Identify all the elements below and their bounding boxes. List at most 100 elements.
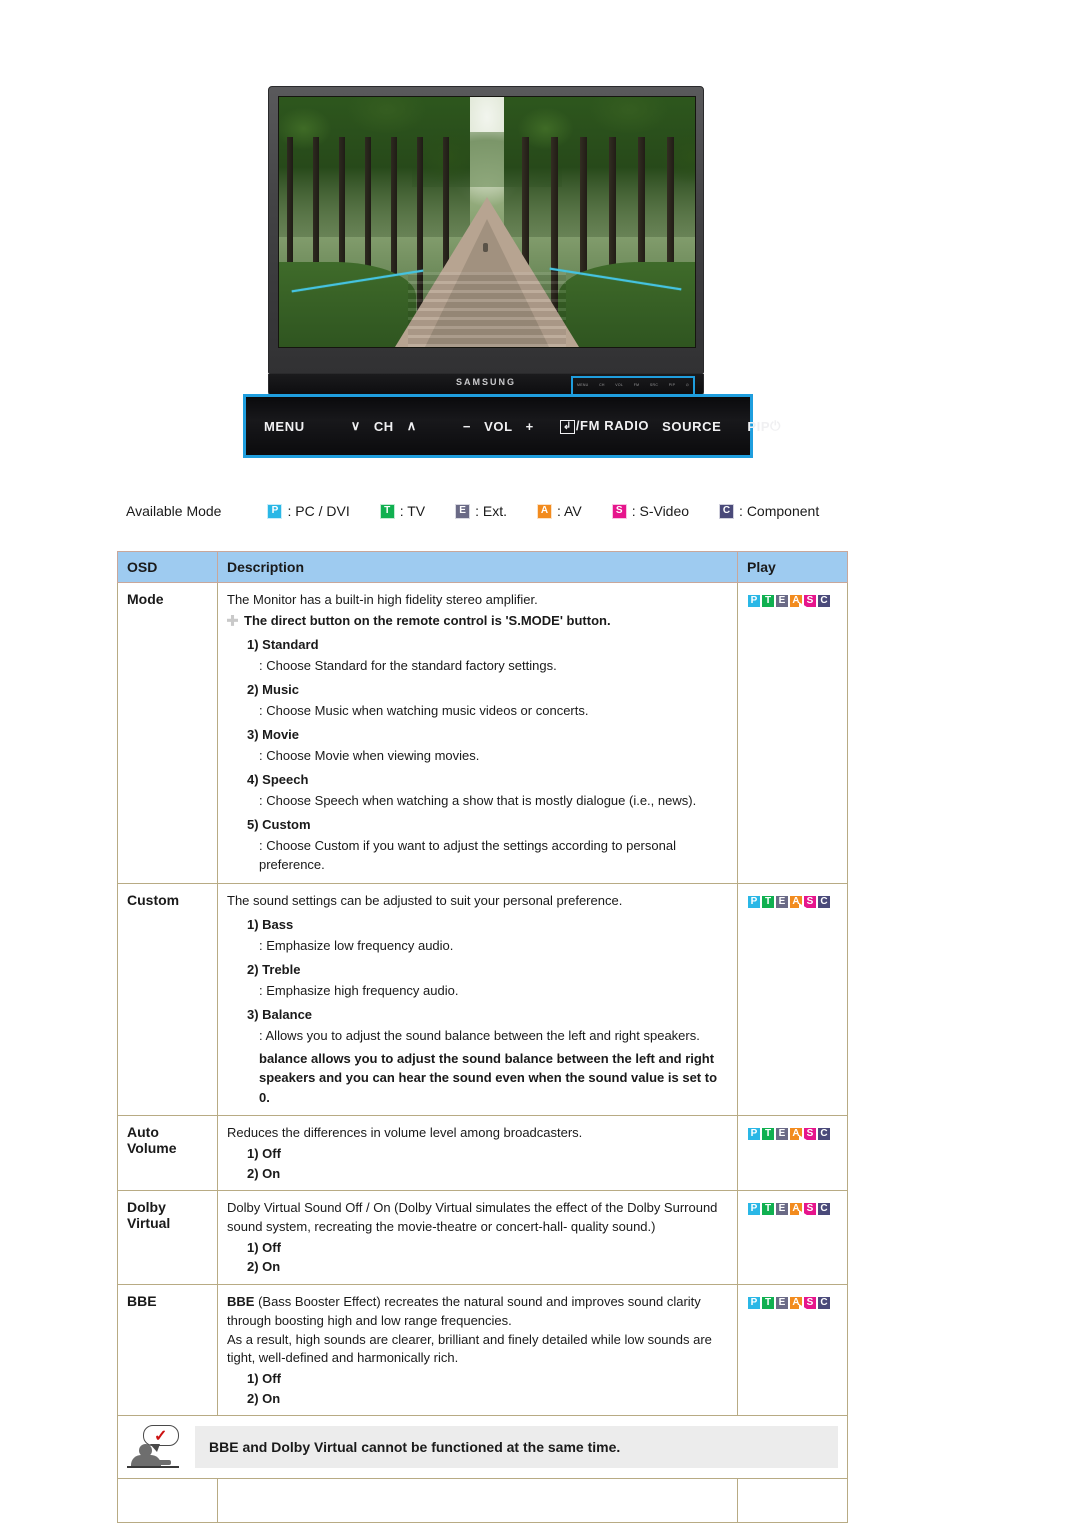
red-check-icon: ✓ — [154, 1428, 168, 1446]
volume-up-icon[interactable]: + — [526, 419, 534, 434]
legend-item-tv: T : TV — [379, 503, 425, 519]
mode-chip-s-icon: S — [611, 503, 627, 519]
legend-label-component: : Component — [739, 503, 820, 519]
control-panel-highlight-box: MENU CH VOL FM SRC PIP ⏻ — [571, 376, 695, 396]
source-button[interactable]: SOURCE — [662, 419, 721, 434]
mode-chip-a-icon: A — [537, 503, 553, 519]
auto-volume-lead-text: Reduces the differences in volume level … — [227, 1125, 583, 1141]
bezel-mini-pip: PIP — [668, 383, 676, 387]
custom-lead-text: The sound settings can be adjusted to su… — [227, 892, 623, 908]
dolby-virtual-lead-text: Dolby Virtual Sound Off / On (Dolby Virt… — [227, 1200, 718, 1234]
available-mode-legend: Available Mode P : PC / DVI T : TV E : E… — [126, 503, 819, 519]
mode-option-4-desc: : Choose Speech when watching a show tha… — [259, 792, 697, 808]
table-row-mode: Mode The Monitor has a built-in high fid… — [117, 582, 848, 884]
power-icon[interactable]: ⏻ — [770, 418, 781, 434]
table-row-dolby-virtual: Dolby Virtual Dolby Virtual Sound Off / … — [117, 1190, 848, 1285]
osd-name-auto-volume: Auto Volume — [117, 1115, 218, 1192]
legend-label-pc-dvi: : PC / DVI — [287, 503, 350, 519]
osd-name-auto-volume-line2: Volume — [127, 1140, 177, 1157]
volume-down-icon[interactable]: − — [463, 419, 471, 434]
channel-up-icon[interactable]: ∧ — [407, 418, 417, 434]
play-chip-p-icon: P — [747, 594, 761, 608]
bbe-option-2: 2) On — [247, 1390, 281, 1406]
dolby-virtual-option-1: 1) Off — [247, 1239, 281, 1255]
play-chip-p-icon: P — [747, 894, 761, 909]
speech-bubble-shape: ✓ — [143, 1425, 179, 1453]
mode-chip-row: P T E A S C — [747, 894, 831, 909]
description-dolby-virtual: Dolby Virtual Sound Off / On (Dolby Virt… — [217, 1190, 738, 1285]
volume-label: VOL — [484, 418, 513, 434]
osd-name-custom: Custom — [117, 882, 218, 1117]
mode-remote-note: The direct button on the remote control … — [227, 612, 728, 631]
legend-item-pc-dvi: P : PC / DVI — [267, 503, 350, 519]
mode-option-5-label: 5) Custom — [247, 816, 311, 832]
description-bbe: BBE (Bass Booster Effect) recreates the … — [217, 1283, 738, 1417]
empty-cell-osd — [117, 1478, 218, 1524]
table-row-footer-note: ✓ BBE and Dolby Virtual cannot be functi… — [117, 1415, 848, 1480]
monitor-bezel-bottom: SAMSUNG MENU CH VOL FM SRC PIP ⏻ — [268, 374, 704, 396]
bezel-mini-vol: VOL — [615, 383, 624, 387]
play-chip-e-icon: E — [775, 594, 789, 608]
mode-chip-row: P T E A S C — [747, 1202, 831, 1217]
bezel-mini-menu: MENU — [577, 383, 589, 387]
empty-cell-description — [217, 1478, 738, 1524]
mode-option-2-desc: : Choose Music when watching music video… — [259, 702, 589, 718]
description-auto-volume: Reduces the differences in volume level … — [217, 1115, 738, 1192]
legend-item-s-video: S : S-Video — [611, 503, 689, 519]
play-icon-group-bbe: P T E A S C — [747, 1295, 831, 1310]
table-row-custom: Custom The sound settings can be adjuste… — [117, 882, 848, 1117]
legend-item-ext: E : Ext. — [455, 503, 507, 519]
mode-chip-row: P T E A S C — [747, 1127, 831, 1142]
table-row-empty-partial — [117, 1478, 848, 1524]
fm-radio-button[interactable]: ↲/FM RADIO — [559, 418, 650, 434]
mode-chip-row: P T E A S C — [747, 594, 831, 608]
bbe-lead-text-2: As a result, high sounds are clearer, br… — [227, 1331, 712, 1366]
description-custom: The sound settings can be adjusted to su… — [217, 882, 738, 1117]
custom-option-2-desc: : Emphasize high frequency audio. — [259, 982, 459, 998]
play-chip-e-icon: E — [775, 1127, 789, 1142]
legend-label-ext: : Ext. — [475, 503, 508, 519]
play-chip-t-icon: T — [761, 594, 775, 608]
mode-lead-text: The Monitor has a built-in high fidelity… — [227, 592, 538, 607]
mode-chip-c-icon: C — [719, 503, 735, 519]
play-chip-c-icon: C — [817, 894, 831, 909]
play-chip-p-icon: P — [747, 1127, 761, 1142]
play-cell-custom: P T E A S C — [737, 882, 848, 1117]
table-row-auto-volume: Auto Volume Reduces the differences in v… — [117, 1115, 848, 1192]
osd-name-dolby-virtual-line1: Dolby — [127, 1199, 166, 1216]
play-chip-e-icon: E — [775, 1202, 789, 1217]
custom-balance-note: balance allows you to adjust the sound b… — [259, 1050, 718, 1105]
dolby-virtual-option-2: 2) On — [247, 1259, 281, 1275]
mode-chip-row: P T E A S C — [747, 1295, 831, 1310]
play-icon-group-auto-volume: P T E A S C — [747, 1127, 831, 1142]
play-cell-auto-volume: P T E A S C — [737, 1115, 848, 1192]
person-speech-bubble-check-icon: ✓ — [127, 1424, 183, 1470]
empty-cell-play — [737, 1478, 848, 1524]
play-icon-group-dolby-virtual: P T E A S C — [747, 1202, 831, 1217]
fm-radio-label: /FM RADIO — [575, 418, 650, 434]
bezel-mini-controls: MENU CH VOL FM SRC PIP ⏻ — [577, 383, 689, 387]
auto-volume-option-2: 2) On — [247, 1165, 281, 1181]
mode-option-1-label: 1) Standard — [247, 636, 319, 652]
play-cell-mode: P T E A S C — [737, 582, 848, 884]
pip-button[interactable]: PIP — [747, 419, 770, 434]
table-header-row: OSD Description Play — [117, 551, 848, 583]
monitor-screen — [278, 96, 696, 348]
mode-chip-t-icon: T — [379, 503, 395, 519]
channel-down-icon[interactable]: ∨ — [351, 418, 361, 434]
mode-option-1-desc: : Choose Standard for the standard facto… — [259, 657, 557, 673]
plus-bullet-icon — [227, 614, 238, 626]
bbe-lead-bold: BBE — [227, 1293, 255, 1309]
table-row-bbe: BBE BBE (Bass Booster Effect) recreates … — [117, 1283, 848, 1417]
play-icon-group-custom: P T E A S C — [747, 894, 831, 909]
menu-button[interactable]: MENU — [264, 419, 305, 434]
legend-label-av: : AV — [557, 503, 582, 519]
header-osd: OSD — [117, 551, 218, 583]
legend-item-av: A : AV — [537, 503, 582, 519]
bbe-lead-text: BBE (Bass Booster Effect) recreates the … — [227, 1293, 728, 1331]
bbe-option-1: 1) Off — [247, 1371, 281, 1387]
legend-title: Available Mode — [126, 503, 222, 519]
play-chip-c-icon: C — [817, 1127, 831, 1142]
custom-option-3-desc: : Allows you to adjust the sound balance… — [259, 1027, 700, 1043]
brand-logo: SAMSUNG — [455, 377, 517, 387]
